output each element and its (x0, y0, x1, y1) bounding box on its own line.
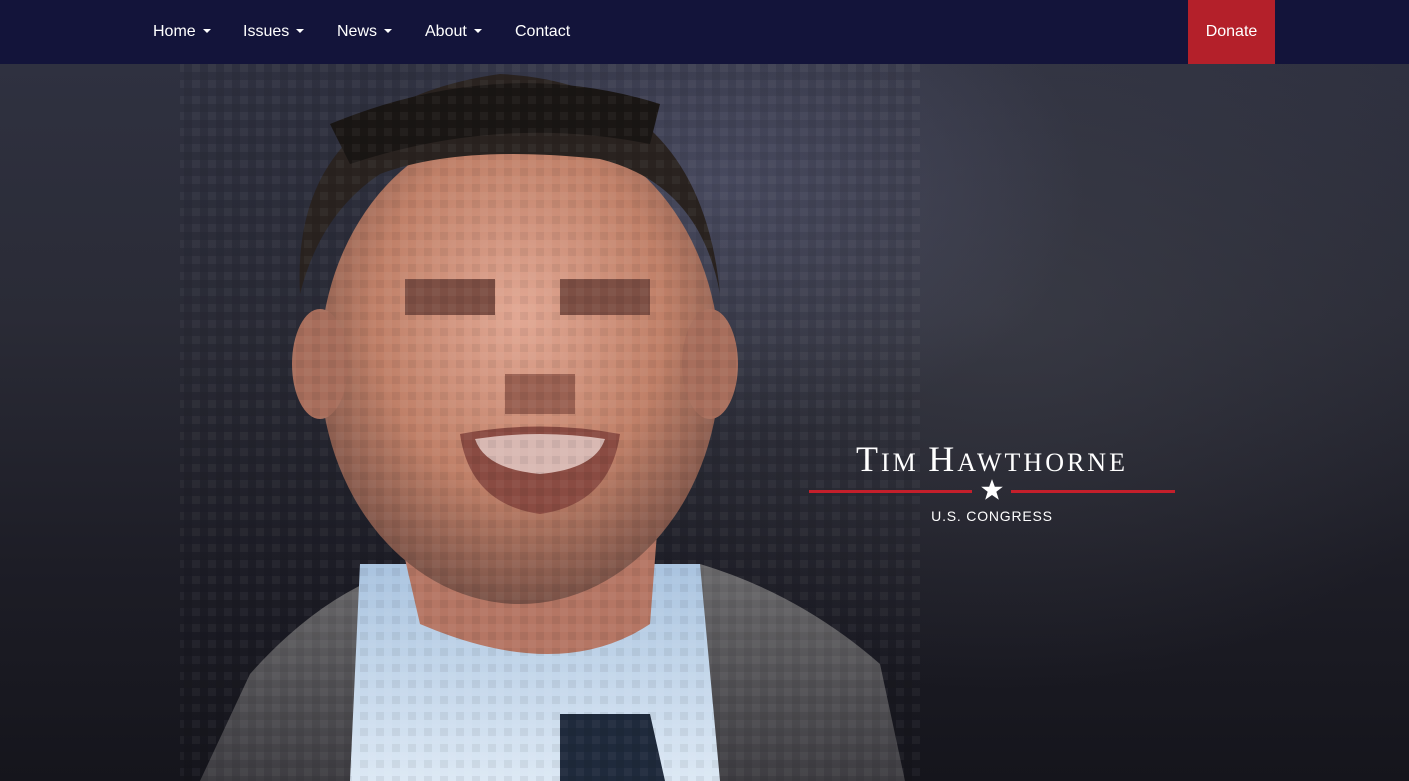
page: Home Issues News About Contact Donate TI… (0, 0, 1409, 781)
nav-item-contact[interactable]: Contact (515, 0, 570, 64)
candidate-portrait-image (180, 64, 920, 781)
campaign-logo: TIM HAWTHORNE U.S. CONGRESS (808, 438, 1176, 528)
donate-button[interactable]: Donate (1188, 0, 1275, 64)
nav-item-issues[interactable]: Issues (243, 0, 305, 64)
logo-rule-right (1011, 490, 1175, 493)
name-first-rest: IM (881, 448, 919, 477)
nav-item-news-label: News (337, 23, 378, 40)
chevron-down-icon (473, 29, 482, 33)
hero-section: TIM HAWTHORNE U.S. CONGRESS (0, 64, 1409, 781)
chevron-down-icon (384, 29, 393, 33)
candidate-name: TIM HAWTHORNE (808, 438, 1176, 480)
logo-rule-left (809, 490, 972, 493)
chevron-down-icon (296, 29, 305, 33)
nav-item-about-label: About (425, 23, 467, 40)
nav-item-contact-label: Contact (515, 23, 571, 40)
top-navbar: Home Issues News About Contact Donate (0, 0, 1409, 64)
name-last-rest: AWTHORNE (957, 448, 1128, 477)
nav-item-home-label: Home (153, 23, 196, 40)
star-icon (981, 479, 1003, 500)
name-last-initial: H (928, 439, 958, 479)
nav-item-issues-label: Issues (243, 23, 290, 40)
chevron-down-icon (202, 29, 211, 33)
office-subtitle: U.S. CONGRESS (931, 508, 1053, 524)
nav-item-news[interactable]: News (337, 0, 393, 64)
name-first-initial: T (856, 439, 882, 479)
nav-item-about[interactable]: About (425, 0, 482, 64)
nav-item-home[interactable]: Home (153, 0, 211, 64)
